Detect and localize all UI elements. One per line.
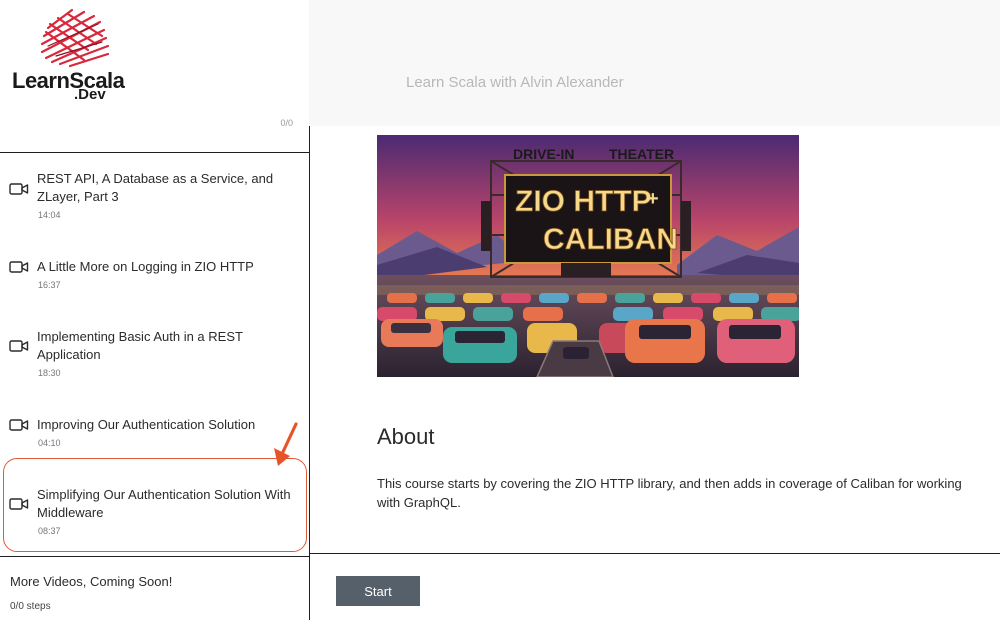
section-divider [0,556,309,557]
hero-text-plus: + [647,188,659,210]
course-hero-image: DRIVE-IN THEATER ZIO HTTP + CALIBAN [377,135,799,377]
lesson-title: REST API, A Database as a Service, and Z… [37,171,274,204]
hero-illustration: DRIVE-IN THEATER ZIO HTTP + CALIBAN [377,135,799,377]
upcoming-section-steps: 0/0 steps [10,601,51,612]
lesson-duration: 18:30 [38,368,61,378]
logo-wordmark: LearnScala [12,68,125,93]
section-progress-count: 0/0 [280,118,293,128]
hero-text-caliban: CALIBAN [543,223,678,256]
video-camera-icon [9,340,29,352]
logo-scribble-icon [40,8,110,68]
lesson-duration: 04:10 [38,438,61,448]
lesson-duration: 16:37 [38,280,61,290]
logo-suffix: .Dev [74,86,106,103]
highlight-outline [3,458,307,552]
site-logo[interactable]: LearnScala .Dev [12,6,125,103]
lesson-title: Improving Our Authentication Solution [37,417,256,432]
lesson-duration: 14:04 [38,210,61,220]
about-description: This course starts by covering the ZIO H… [377,476,962,510]
footer-divider [310,553,1000,554]
course-page: LearnScala .Dev 0/0 REST API, A Database… [0,0,1000,620]
hero-text-zio-http: ZIO HTTP [515,185,652,218]
video-camera-icon [9,183,29,195]
about-heading: About [377,424,435,449]
hero-text-theater: THEATER [609,146,674,162]
site-tagline: Learn Scala with Alvin Alexander [406,74,624,91]
video-camera-icon [9,419,29,431]
start-button[interactable]: Start [336,576,420,606]
hero-text-drive-in: DRIVE-IN [513,146,574,162]
section-divider [0,152,309,153]
annotation-arrow-icon [274,422,298,466]
sidebar-divider [309,126,310,620]
lesson-title: Implementing Basic Auth in a REST Applic… [37,329,243,362]
course-sidebar: LearnScala .Dev 0/0 REST API, A Database… [0,0,309,620]
upcoming-section-title[interactable]: More Videos, Coming Soon! [10,574,172,589]
lesson-title: A Little More on Logging in ZIO HTTP [37,259,254,274]
video-camera-icon [9,261,29,273]
